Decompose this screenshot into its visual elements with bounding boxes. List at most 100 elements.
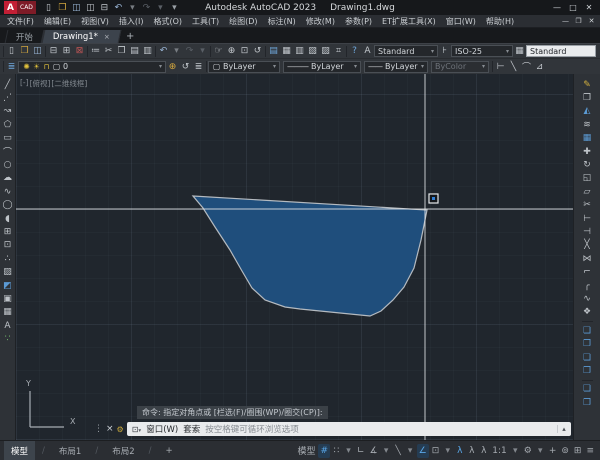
save-icon[interactable]: ◫ bbox=[70, 1, 83, 14]
revision-cloud-icon[interactable]: ☁ bbox=[0, 172, 15, 185]
isodraft-dropdown-icon[interactable]: ▾ bbox=[405, 444, 416, 458]
designcenter-icon[interactable]: ▦ bbox=[280, 45, 293, 58]
move-icon[interactable]: ✚ bbox=[580, 145, 595, 158]
rotate-icon[interactable]: ↻ bbox=[580, 158, 595, 171]
chamfer-icon[interactable]: ⌐ bbox=[580, 265, 595, 278]
undo-icon[interactable]: ↶ bbox=[157, 45, 170, 58]
trim-icon[interactable]: ✂ bbox=[580, 199, 595, 212]
selection-cycling-icon[interactable]: ⊚ bbox=[559, 444, 571, 458]
doc-minimize-button[interactable]: — bbox=[560, 16, 571, 27]
insert-block-icon[interactable]: ⊞ bbox=[0, 225, 15, 238]
sheetset-icon[interactable]: ▧ bbox=[306, 45, 319, 58]
close-button[interactable]: ✕ bbox=[582, 1, 596, 14]
doc-restore-button[interactable]: ❐ bbox=[573, 16, 584, 27]
redo-dropdown-icon[interactable]: ▾ bbox=[154, 1, 167, 14]
redo-dropdown-icon[interactable]: ▾ bbox=[196, 45, 209, 58]
tab-model[interactable]: 模型 bbox=[4, 441, 35, 460]
clean-screen-icon[interactable]: ⊞ bbox=[572, 444, 584, 458]
redo-icon[interactable]: ↷ bbox=[140, 1, 153, 14]
send-to-back-icon[interactable]: ❐ bbox=[580, 337, 595, 350]
doc-close-button[interactable]: ✕ bbox=[586, 16, 597, 27]
table-style-combo[interactable]: Standard bbox=[526, 45, 596, 57]
color-combo[interactable]: ▢ ByLayer ▾ bbox=[208, 61, 280, 73]
redo-icon[interactable]: ↷ bbox=[183, 45, 196, 58]
toolpalettes-icon[interactable]: ▥ bbox=[293, 45, 306, 58]
annotation-scale-dropdown-icon[interactable]: ▾ bbox=[510, 444, 521, 458]
plot-icon[interactable]: ⊟ bbox=[98, 1, 111, 14]
ortho-mode-icon[interactable]: ∟ bbox=[355, 444, 367, 458]
send-under-icon[interactable]: ❐ bbox=[580, 364, 595, 377]
ellipse-arc-icon[interactable]: ◖ bbox=[0, 212, 15, 225]
zoom-realtime-icon[interactable]: ⊕ bbox=[225, 45, 238, 58]
text-style-icon[interactable]: A bbox=[361, 45, 374, 58]
mirror-icon[interactable]: ◭ bbox=[580, 105, 595, 118]
rectangle-icon[interactable]: ▭ bbox=[0, 132, 15, 145]
annotation-autoscale-icon[interactable]: λ bbox=[466, 444, 477, 458]
model-paper-toggle[interactable]: 模型 bbox=[295, 444, 317, 458]
tab-drawing1[interactable]: Drawing1* × bbox=[42, 30, 122, 43]
menu-modify[interactable]: 修改(M) bbox=[301, 15, 340, 27]
scale-icon[interactable]: ◱ bbox=[580, 172, 595, 185]
aligned-dimension-icon[interactable]: ╲ bbox=[507, 60, 520, 73]
layer-combo[interactable]: ✺☀⊓▢ 0 ▾ bbox=[18, 61, 166, 73]
lineweight-combo[interactable]: —— ByLayer ▾ bbox=[364, 61, 428, 73]
menu-tools[interactable]: 工具(T) bbox=[187, 15, 224, 27]
hatch-to-back-icon[interactable]: ❐ bbox=[580, 396, 595, 409]
annotation-scale-icon[interactable]: λ bbox=[478, 444, 489, 458]
break-at-point-icon[interactable]: ⊣ bbox=[580, 225, 595, 238]
help-icon[interactable]: ? bbox=[348, 45, 361, 58]
construction-line-icon[interactable]: ⋰ bbox=[0, 91, 15, 104]
join-icon[interactable]: ⋈ bbox=[580, 252, 595, 265]
linetype-combo[interactable]: ——— ByLayer ▾ bbox=[283, 61, 361, 73]
command-option-window[interactable]: 窗口(W) bbox=[146, 423, 178, 435]
new-icon[interactable]: ▯ bbox=[5, 45, 18, 58]
stretch-icon[interactable]: ▱ bbox=[580, 185, 595, 198]
polar-tracking-icon[interactable]: ∡ bbox=[368, 444, 380, 458]
cut-icon[interactable]: ✂ bbox=[102, 45, 115, 58]
grid-display-icon[interactable]: # bbox=[318, 444, 330, 458]
plot-icon[interactable]: ⊟ bbox=[47, 45, 60, 58]
quickcalc-icon[interactable]: ⌗ bbox=[332, 45, 345, 58]
menu-format[interactable]: 格式(O) bbox=[148, 15, 187, 27]
menu-dimension[interactable]: 标注(N) bbox=[263, 15, 301, 27]
menu-help[interactable]: 帮助(H) bbox=[481, 15, 519, 27]
group-icon[interactable]: ∵ bbox=[0, 332, 15, 345]
undo-dropdown-icon[interactable]: ▾ bbox=[126, 1, 139, 14]
layer-freeze-icon[interactable]: ☀ bbox=[32, 62, 41, 71]
break-icon[interactable]: ╳ bbox=[580, 239, 595, 252]
tab-layout2[interactable]: 布局2 bbox=[105, 441, 141, 460]
model-space-canvas[interactable]: [-] [俯视] [二维线框] Y X 命令: 指定对角点或 [栏选(F)/圈围… bbox=[16, 74, 573, 440]
minimize-button[interactable]: — bbox=[550, 1, 564, 14]
polar-dropdown-icon[interactable]: ▾ bbox=[381, 444, 392, 458]
open-icon[interactable]: ❒ bbox=[18, 45, 31, 58]
point-icon[interactable]: ∴ bbox=[0, 252, 15, 265]
menu-file[interactable]: 文件(F) bbox=[2, 15, 39, 27]
drawn-polyline-shape[interactable] bbox=[193, 196, 427, 316]
object-snap-icon[interactable]: ⊡ bbox=[430, 444, 442, 458]
gradient-icon[interactable]: ◩ bbox=[0, 279, 15, 292]
properties-icon[interactable]: ▤ bbox=[267, 45, 280, 58]
explode-icon[interactable]: ❖ bbox=[580, 306, 595, 319]
paste-special-icon[interactable]: ▥ bbox=[141, 45, 154, 58]
new-layout-button[interactable]: + bbox=[158, 441, 179, 460]
line-icon[interactable]: ╱ bbox=[0, 78, 15, 91]
erase-icon[interactable]: ✎ bbox=[580, 78, 595, 91]
paste-icon[interactable]: ▤ bbox=[128, 45, 141, 58]
copy-icon[interactable]: ❐ bbox=[580, 91, 595, 104]
workspace-gear-icon[interactable]: ⚙ bbox=[522, 444, 534, 458]
close-tab-icon[interactable]: × bbox=[104, 33, 110, 41]
fillet-icon[interactable]: ╭ bbox=[580, 279, 595, 292]
annotation-scale-value[interactable]: 1:1 bbox=[490, 444, 508, 458]
zoom-previous-icon[interactable]: ↺ bbox=[251, 45, 264, 58]
osnap-tracking-icon[interactable]: ∠ bbox=[417, 444, 429, 458]
layer-lock-icon[interactable]: ⊓ bbox=[42, 62, 51, 71]
blend-curves-icon[interactable]: ∿ bbox=[580, 292, 595, 305]
table-icon[interactable]: ▦ bbox=[0, 306, 15, 319]
make-object-layer-current-icon[interactable]: ⊕ bbox=[166, 60, 179, 73]
snap-dropdown-icon[interactable]: ▾ bbox=[343, 444, 354, 458]
pan-icon[interactable]: ☞ bbox=[212, 45, 225, 58]
zoom-window-icon[interactable]: ⊡ bbox=[238, 45, 251, 58]
text-to-front-icon[interactable]: ❏ bbox=[580, 383, 595, 396]
menu-draw[interactable]: 绘图(D) bbox=[224, 15, 262, 27]
linear-dimension-icon[interactable]: ⊢ bbox=[494, 60, 507, 73]
